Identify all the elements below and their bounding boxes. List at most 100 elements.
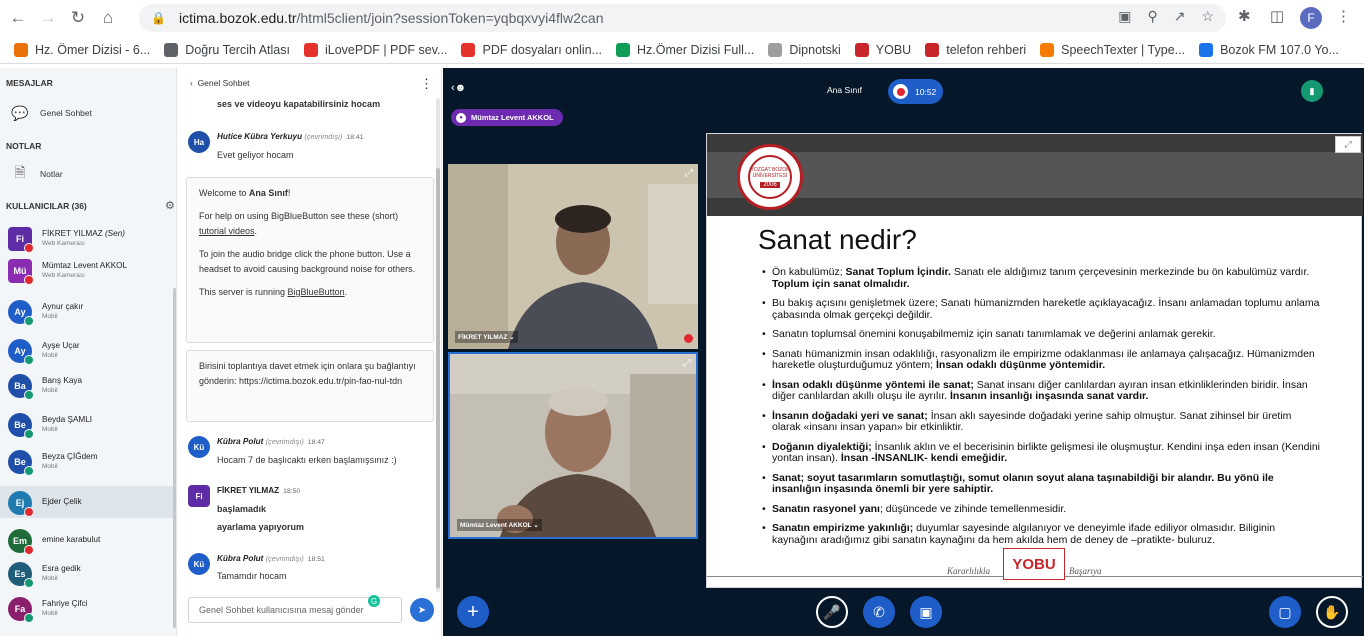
- video-tile-mumtaz[interactable]: ⤢ Mümtaz Levent AKKOL ⌄: [448, 352, 698, 539]
- bookmark-item[interactable]: Dipnotski: [768, 42, 841, 57]
- user-list-item[interactable]: Ay Ayşe Uçar Mobil: [0, 334, 176, 366]
- sidebar-scrollbar[interactable]: [173, 288, 176, 628]
- user-list-item[interactable]: Fa Fahriye Çifci Mobil: [0, 592, 176, 624]
- user-list-item[interactable]: Fi FİKRET YILMAZ (Sen) Web Kamerası: [0, 222, 176, 254]
- talker-name: Mümtaz Levent AKKOL: [471, 113, 554, 122]
- chat-scrollbar-thumb[interactable]: [436, 168, 440, 588]
- favicon-icon: [303, 42, 318, 57]
- user-list-item[interactable]: Ej Ejder Çelik: [0, 486, 176, 518]
- fullscreen-button[interactable]: ⤢: [1335, 136, 1361, 153]
- camera-button[interactable]: ▣: [910, 596, 942, 628]
- user-client: Mobil: [42, 313, 58, 320]
- bullet: Sanatı hümanizmin insan odaklılığı, rasy…: [762, 348, 1322, 372]
- video-tile-fikret[interactable]: ⤢ FİKRET YILMAZ ⌄: [448, 164, 698, 349]
- bbb-link[interactable]: BigBlueButton: [288, 287, 345, 297]
- presentation-slide[interactable]: YOZGAT BOZOK ÜNİVERSİTESİ 2006 ⤢ Sanat n…: [706, 133, 1363, 588]
- mic-icon: ●: [456, 112, 466, 123]
- audio-phone-button[interactable]: ✆: [863, 596, 895, 628]
- user-list-item[interactable]: Ay Aynur çakır Mobil: [0, 295, 176, 327]
- avatar: Ej: [8, 491, 34, 517]
- share-icon[interactable]: ↗: [1174, 8, 1186, 25]
- bookmark-item[interactable]: iLovePDF | PDF sev...: [303, 42, 447, 57]
- bookmark-item[interactable]: PDF dosyaları onlin...: [461, 42, 602, 57]
- notes-label: Notlar: [40, 169, 63, 179]
- expand-video-icon[interactable]: ⤢: [683, 358, 691, 369]
- screen-share-button[interactable]: ▢: [1269, 596, 1301, 628]
- main-area: ‹☻ Ana Sınıf 10:52 ▮ ● Mümtaz Levent AKKO…: [443, 68, 1364, 636]
- university-logo: YOZGAT BOZOK ÜNİVERSİTESİ 2006: [737, 144, 803, 210]
- chat-options-icon[interactable]: ⋮: [420, 76, 433, 92]
- favicon-icon: [1040, 42, 1055, 57]
- recording-indicator[interactable]: 10:52: [888, 79, 943, 104]
- bookmark-item[interactable]: telefon rehberi: [925, 42, 1026, 57]
- status-icon: [24, 466, 34, 476]
- slide-bullets: Ön kabulümüz; Sanat Toplum İçindir. Sana…: [762, 266, 1322, 554]
- settings-gear-icon[interactable]: ⚙: [165, 199, 175, 212]
- user-list-item[interactable]: Ba Barış Kaya Mobil: [0, 369, 176, 401]
- bookmark-item[interactable]: Hz. Ömer Dizisi - 6...: [14, 42, 150, 57]
- user-name: Beyza ÇİĞdem: [42, 452, 98, 461]
- connection-status-icon[interactable]: ▮: [1301, 80, 1323, 102]
- grammarly-icon[interactable]: G: [368, 595, 380, 607]
- user-sidebar: MESAJLAR 💬 Genel Sohbet NOTLAR 🗎 Notlar …: [0, 68, 177, 636]
- actions-plus-button[interactable]: +: [457, 596, 489, 628]
- star-icon[interactable]: ☆: [1201, 8, 1214, 25]
- user-list-item[interactable]: Be Beyza ÇİĞdem Mobil: [0, 445, 176, 477]
- message-author: Kübra Polut: [217, 437, 264, 446]
- favicon-icon: [164, 42, 179, 57]
- message-text: ayarlama yapıyorum: [217, 522, 305, 532]
- user-name: Mümtaz Levent AKKOL: [42, 261, 128, 270]
- camera-icon[interactable]: ▣: [1118, 8, 1131, 25]
- mute-mic-button[interactable]: 🎤: [816, 596, 848, 628]
- zoom-icon[interactable]: ⚲: [1147, 8, 1157, 25]
- favicon-icon: [768, 42, 783, 57]
- video-label[interactable]: FİKRET YILMAZ ⌄: [455, 331, 518, 343]
- notes-item[interactable]: 🗎 Notlar: [10, 164, 63, 184]
- tutorial-link[interactable]: tutorial videos: [199, 226, 255, 236]
- user-list-item[interactable]: Em emine karabulut: [0, 524, 176, 556]
- send-button[interactable]: ➤: [410, 598, 434, 622]
- extensions-icon[interactable]: ✱: [1238, 7, 1251, 25]
- expand-video-icon[interactable]: ⤢: [685, 168, 693, 179]
- home-icon[interactable]: ⌂: [96, 6, 120, 30]
- raise-hand-button[interactable]: ✋: [1316, 596, 1348, 628]
- chat-header[interactable]: ‹ Genel Sohbet: [190, 78, 250, 88]
- recording-time: 10:52: [915, 86, 937, 97]
- forward-arrow-icon[interactable]: →: [36, 6, 60, 30]
- user-client: Mobil: [42, 575, 58, 582]
- user-name: Ejder Çelik: [42, 497, 82, 506]
- user-name: Beyda ŞAMLI: [42, 415, 93, 424]
- bookmark-item[interactable]: Hz.Ömer Dizisi Full...: [615, 42, 754, 57]
- user-list-item[interactable]: Be Beyda ŞAMLI Mobil: [0, 408, 176, 440]
- video-label[interactable]: Mümtaz Levent AKKOL ⌄: [457, 519, 542, 531]
- public-chat-item[interactable]: 💬 Genel Sohbet: [10, 103, 92, 123]
- bookmark-item[interactable]: Bozok FM 107.0 Yo...: [1199, 42, 1339, 57]
- address-bar[interactable]: 🔒 ictima.bozok.edu.tr/html5client/join?s…: [139, 4, 1226, 32]
- reload-icon[interactable]: ↻: [66, 6, 90, 30]
- bullet: Sanat; soyut tasarımların somutlaştığı, …: [762, 472, 1322, 496]
- yobu-logo: YOBU: [1003, 548, 1065, 580]
- bookmark-item[interactable]: SpeechTexter | Type...: [1040, 42, 1185, 57]
- user-list-item[interactable]: Mü Mümtaz Levent AKKOL Web Kamerası: [0, 254, 176, 286]
- message-time: 18:50: [283, 488, 301, 495]
- message-author: FİKRET YILMAZ: [217, 486, 280, 495]
- back-arrow-icon[interactable]: ←: [6, 6, 30, 30]
- favicon-icon: [1199, 42, 1214, 57]
- bookmark-item[interactable]: YOBU: [854, 42, 911, 57]
- favicon-icon: [925, 42, 940, 57]
- message-text: başlamadık: [217, 504, 267, 514]
- lock-icon: 🔒: [151, 11, 166, 25]
- url-host: ictima.bozok.edu.tr: [179, 10, 297, 26]
- message-author: Hutice Kübra Yerkuyu: [217, 132, 303, 141]
- toggle-userlist-icon[interactable]: ‹☻: [451, 82, 466, 94]
- bookmark-item[interactable]: Doğru Tercih Atlası: [164, 42, 290, 57]
- user-client: Mobil: [42, 352, 58, 359]
- slide-title: Sanat nedir?: [758, 224, 917, 255]
- bullet: Sanatın empirizme yakınlığı; duyumlar sa…: [762, 522, 1322, 546]
- avatar: Fi: [8, 227, 34, 253]
- user-list-item[interactable]: Es Esra gedik Mobil: [0, 557, 176, 589]
- sidepanel-icon[interactable]: ◫: [1270, 7, 1284, 25]
- profile-avatar[interactable]: F: [1300, 7, 1322, 29]
- user-client: Web Kamerası: [42, 240, 85, 247]
- browser-menu-icon[interactable]: ⋮: [1336, 7, 1351, 25]
